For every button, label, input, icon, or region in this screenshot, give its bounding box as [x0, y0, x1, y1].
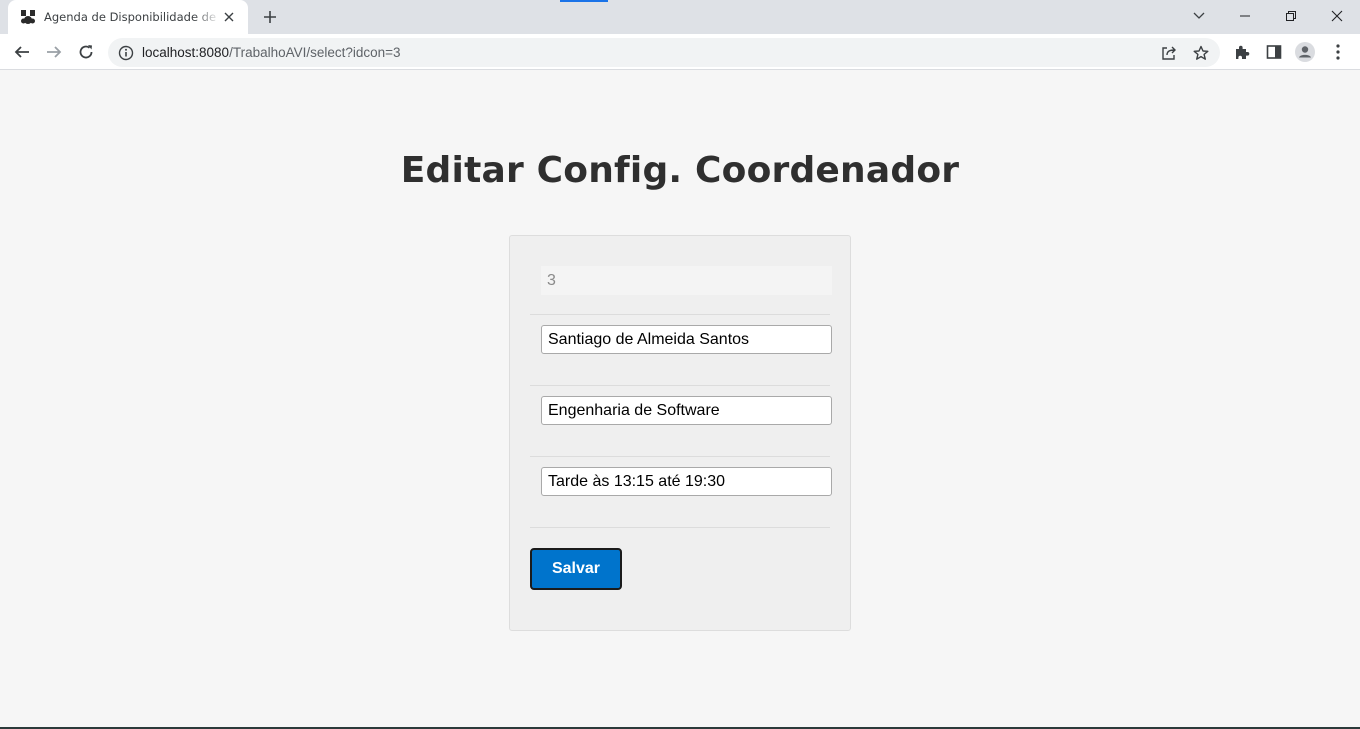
close-window-button[interactable]	[1314, 0, 1360, 32]
schedule-field[interactable]	[541, 467, 832, 496]
restore-icon	[1286, 11, 1296, 21]
address-url[interactable]: localhost:8080/TrabalhoAVI/select?idcon=…	[142, 45, 401, 60]
id-field	[541, 266, 832, 295]
tab-title: Agenda de Disponibilidade de Coordenador…	[44, 10, 220, 24]
edit-coordinator-form: Salvar	[509, 235, 851, 631]
reload-icon	[79, 45, 93, 59]
tab-search-button[interactable]	[1176, 0, 1222, 32]
close-icon	[1331, 10, 1343, 22]
reload-button[interactable]	[72, 38, 100, 66]
divider	[530, 385, 830, 386]
restore-button[interactable]	[1268, 0, 1314, 32]
coordinator-name-field[interactable]	[541, 325, 832, 354]
minimize-icon	[1240, 15, 1250, 17]
divider	[530, 314, 830, 315]
profile-avatar-icon[interactable]	[1295, 42, 1315, 62]
side-panel-icon[interactable]	[1264, 42, 1284, 62]
minimize-button[interactable]	[1222, 0, 1268, 32]
info-icon[interactable]	[118, 45, 134, 61]
new-tab-button[interactable]	[258, 5, 282, 29]
arrow-left-icon	[14, 46, 29, 58]
extensions-puzzle-icon[interactable]	[1232, 42, 1252, 62]
menu-kebab-icon[interactable]	[1328, 42, 1348, 62]
forward-button[interactable]	[40, 38, 68, 66]
bookmark-star-icon[interactable]	[1192, 44, 1210, 62]
course-field[interactable]	[541, 396, 832, 425]
browser-toolbar: localhost:8080/TrabalhoAVI/select?idcon=…	[0, 34, 1360, 70]
divider	[530, 527, 830, 528]
share-icon[interactable]	[1160, 44, 1178, 62]
tab-strip: Agenda de Disponibilidade de Coordenador…	[0, 0, 1360, 34]
browser-tab[interactable]: Agenda de Disponibilidade de Coordenador…	[8, 0, 248, 34]
back-button[interactable]	[8, 38, 36, 66]
address-path: /TrabalhoAVI/select?idcon=3	[229, 45, 401, 60]
address-bar[interactable]: localhost:8080/TrabalhoAVI/select?idcon=…	[108, 38, 1220, 67]
address-host: localhost:8080	[142, 45, 230, 60]
arrow-right-icon	[47, 46, 62, 58]
page-title: Editar Config. Coordenador	[400, 150, 960, 191]
divider	[530, 456, 830, 457]
tab-strip-accent	[560, 0, 608, 2]
save-button[interactable]: Salvar	[530, 548, 622, 590]
plus-icon	[264, 11, 276, 23]
app-favicon-icon	[20, 9, 36, 25]
close-icon[interactable]	[220, 8, 238, 26]
chevron-down-icon	[1193, 12, 1205, 19]
